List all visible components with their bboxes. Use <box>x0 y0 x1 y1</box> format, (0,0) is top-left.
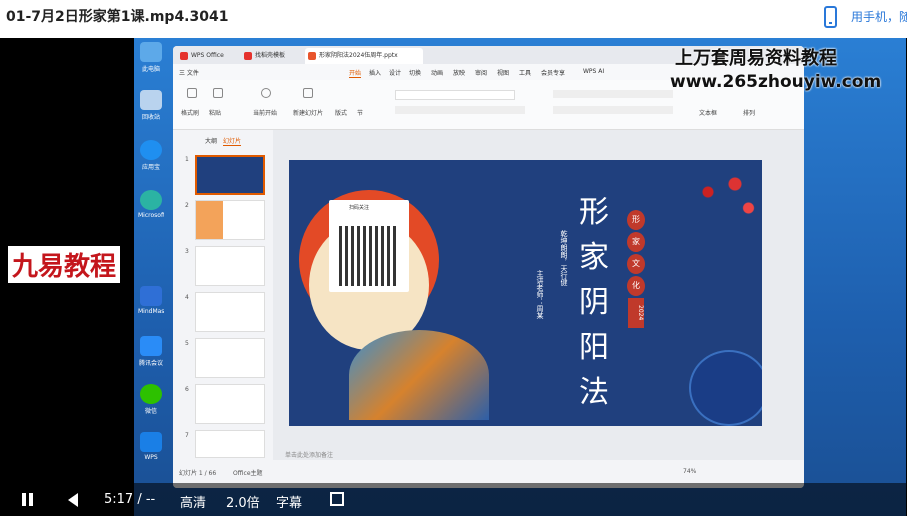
menu-wps-ai[interactable]: WPS AI <box>583 68 604 75</box>
slide-thumb-7[interactable] <box>195 430 265 458</box>
recycle-bin-icon <box>140 90 162 110</box>
year-badge: 2024 <box>628 298 644 328</box>
phone-icon[interactable] <box>824 6 837 28</box>
desktop-icon-recycle: 回收站 <box>138 90 164 121</box>
pane-tab-slides[interactable]: 幻灯片 <box>223 136 242 146</box>
paste-label: 粘贴 <box>209 110 222 117</box>
format-painter-label: 格式刷 <box>181 110 200 117</box>
brand-banner: 九易教程 <box>8 246 121 283</box>
pptx-icon <box>308 52 316 60</box>
slide-subtitle-2: 主讲老师：周某 <box>536 270 544 319</box>
site-title-watermark: 上万套周易资料教程 <box>675 48 837 69</box>
slide-counter: 幻灯片 1 / 66 <box>179 470 217 477</box>
menu-animation[interactable]: 动画 <box>431 68 443 77</box>
section-label[interactable]: 节 <box>357 108 363 117</box>
qr-card: 扫码关注 <box>329 200 409 292</box>
tab-pptx[interactable]: 形家阴阳法2024伍周年.pptx <box>305 48 423 64</box>
slide-thumb-1[interactable] <box>195 155 265 195</box>
template-icon <box>244 52 252 60</box>
slide-main[interactable]: 扫码关注 形 家 阴 阳 法 形 家 文 化 2024 乾坤朗朗，天行健 主讲老… <box>289 160 762 426</box>
slide-thumb-5[interactable] <box>195 338 265 378</box>
menu-home[interactable]: 开始 <box>349 68 362 78</box>
menu-design[interactable]: 设计 <box>389 68 401 77</box>
slide-canvas-area: 扫码关注 形 家 阴 阳 法 形 家 文 化 2024 乾坤朗朗，天行健 主讲老… <box>273 130 804 460</box>
wps-logo-icon <box>180 52 188 60</box>
desktop-icon-wps: WPS <box>138 432 164 461</box>
slide-thumb-6[interactable] <box>195 384 265 424</box>
alignment-bar[interactable] <box>553 106 673 114</box>
meeting-icon <box>140 336 162 356</box>
menu-view[interactable]: 视图 <box>497 68 509 77</box>
player-controls: 5:17 / -- 高清 2.0倍 字幕 <box>0 483 907 516</box>
paragraph-bar[interactable] <box>553 90 673 98</box>
video-player[interactable]: 此电脑 回收站 应用宝 Microsoft Edge MindMaster 腾讯… <box>0 38 907 516</box>
new-slide-label: 新建幻灯片 <box>293 110 324 117</box>
plum-blossom-illustration <box>627 160 762 240</box>
tab-template[interactable]: 找稻壳模板 <box>241 48 303 64</box>
time-display: 5:17 / -- <box>104 492 156 507</box>
menu-insert[interactable]: 插入 <box>369 68 381 77</box>
new-slide-icon[interactable] <box>303 88 313 98</box>
desktop-icon-meeting: 腾讯会议 <box>138 336 164 367</box>
subtitle-button[interactable]: 字幕 <box>276 492 302 511</box>
wps-icon <box>140 432 162 452</box>
play-start-label: 当前开始 <box>253 110 278 117</box>
desktop-icon-mindmaster: MindMaster <box>138 286 164 315</box>
textbox-label[interactable]: 文本框 <box>699 108 717 117</box>
mindmaster-icon <box>140 286 162 306</box>
slide-thumbnail-pane: 大纲 幻灯片 1 2 3 4 5 6 7 <box>173 130 273 460</box>
desktop-icon-appstore: 应用宝 <box>138 140 164 171</box>
zoom-level[interactable]: 74% <box>683 468 696 475</box>
paste-icon[interactable] <box>213 88 223 98</box>
menu-transition[interactable]: 切换 <box>409 68 421 77</box>
notes-placeholder[interactable]: 单击此处添加备注 <box>285 450 333 459</box>
slide-subtitle-1: 乾坤朗朗，天行健 <box>560 230 568 286</box>
slide-thumb-4[interactable] <box>195 292 265 332</box>
seal-chars: 形 家 文 化 <box>627 210 645 296</box>
desktop-icon-wechat: 微信 <box>138 384 164 415</box>
fullscreen-icon[interactable] <box>330 492 344 506</box>
menu-review[interactable]: 审阅 <box>475 68 487 77</box>
desktop-icon-edge: Microsoft Edge <box>138 190 164 219</box>
peacock-illustration <box>349 330 489 420</box>
qr-caption: 扫码关注 <box>349 205 370 211</box>
tab-wps-office[interactable]: WPS Office <box>177 48 239 64</box>
menu-tools[interactable]: 工具 <box>519 68 531 77</box>
wechat-icon <box>140 384 162 404</box>
play-start-icon[interactable] <box>261 88 271 98</box>
slide-thumb-2[interactable] <box>195 200 265 240</box>
slide-thumb-3[interactable] <box>195 246 265 286</box>
pause-icon[interactable] <box>22 493 26 506</box>
appstore-icon <box>140 140 162 160</box>
video-title: 01-7月2日形家第1课.mp4.3041 <box>6 9 229 25</box>
menu-slideshow[interactable]: 放映 <box>453 68 465 77</box>
quality-button[interactable]: 高清 <box>180 492 206 511</box>
top-bar: 01-7月2日形家第1课.mp4.3041 用手机，随 <box>0 0 907 38</box>
wps-window: WPS Office 找稻壳模板 形家阴阳法2024伍周年.pptx 三 文件 … <box>173 46 804 488</box>
speed-button[interactable]: 2.0倍 <box>226 492 260 511</box>
wave-illustration <box>689 350 762 426</box>
menu-file[interactable]: 三 文件 <box>179 68 199 77</box>
computer-icon <box>140 42 162 62</box>
arrange-label[interactable]: 排列 <box>743 108 755 117</box>
volume-icon[interactable] <box>68 493 78 507</box>
font-select[interactable] <box>395 90 515 100</box>
theme-label: Office主题 <box>233 470 263 477</box>
font-format-bar[interactable] <box>395 106 525 114</box>
phone-link[interactable]: 用手机，随 <box>851 8 907 25</box>
site-url-watermark: www.265zhouyiw.com <box>670 72 882 92</box>
layout-label[interactable]: 版式 <box>335 108 347 117</box>
format-painter-icon[interactable] <box>187 88 197 98</box>
menu-member[interactable]: 会员专享 <box>541 68 565 77</box>
slide-title-vertical: 形 家 阴 阳 法 <box>579 195 609 410</box>
edge-icon <box>140 190 162 210</box>
qr-code <box>339 226 399 286</box>
desktop-screen: 此电脑 回收站 应用宝 Microsoft Edge MindMaster 腾讯… <box>134 38 906 516</box>
desktop-icon-computer: 此电脑 <box>138 42 164 73</box>
pane-tab-outline[interactable]: 大纲 <box>205 136 217 145</box>
